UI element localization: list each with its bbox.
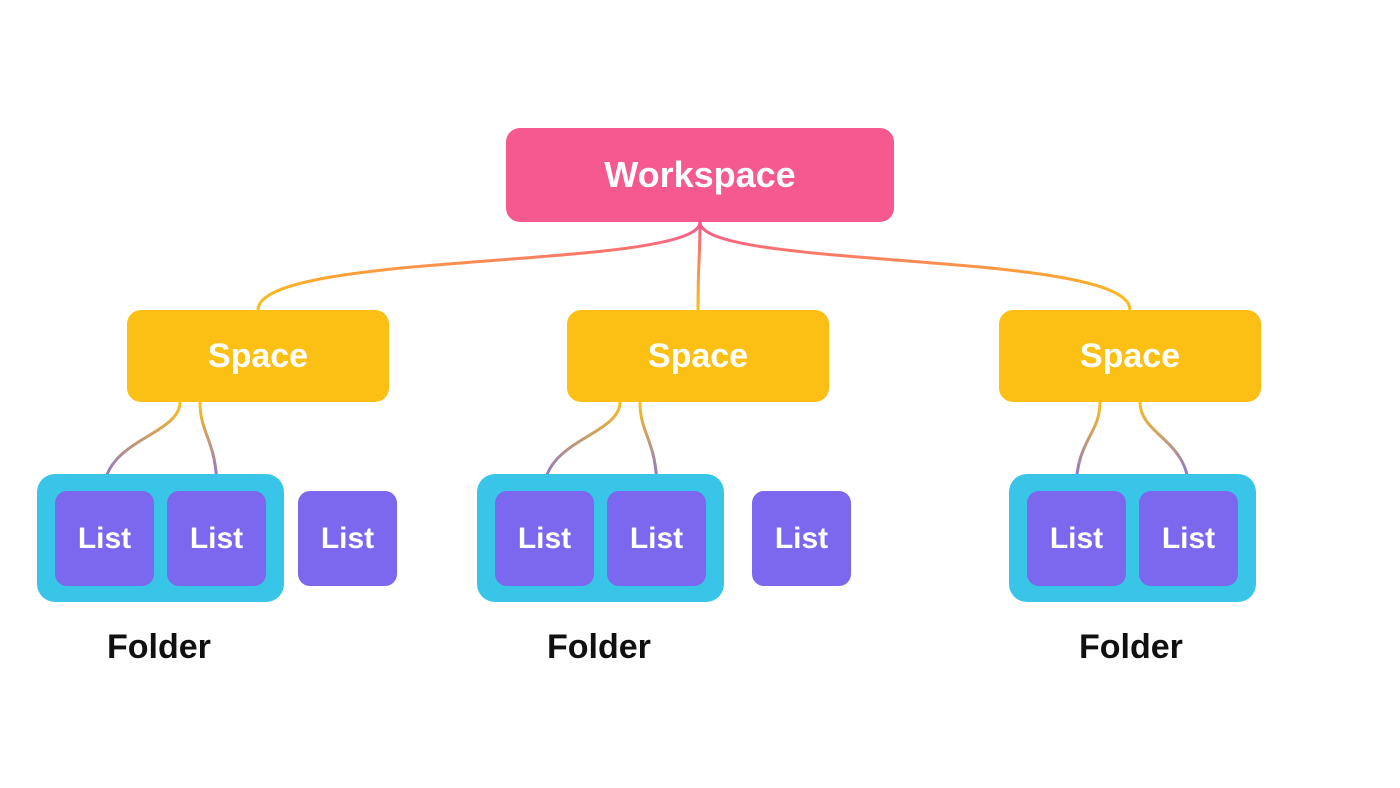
list-label: List [190,522,243,556]
list-label: List [775,522,828,556]
list-node: List [752,491,851,586]
workspace-label: Workspace [604,154,795,196]
space-node: Space [999,310,1261,402]
space-node: Space [567,310,829,402]
workspace-node: Workspace [506,128,894,222]
list-node: List [1139,491,1238,586]
space-label: Space [1080,337,1180,376]
list-label: List [78,522,131,556]
list-label: List [1162,522,1215,556]
folder-label: Folder [1079,628,1183,667]
hierarchy-diagram: Workspace Space Space Space List List Li… [0,0,1400,788]
list-label: List [518,522,571,556]
folder-label: Folder [547,628,651,667]
list-node: List [298,491,397,586]
list-node: List [495,491,594,586]
list-label: List [321,522,374,556]
list-label: List [1050,522,1103,556]
list-label: List [630,522,683,556]
folder-label: Folder [107,628,211,667]
list-node: List [167,491,266,586]
list-node: List [607,491,706,586]
space-label: Space [208,337,308,376]
list-node: List [55,491,154,586]
space-node: Space [127,310,389,402]
list-node: List [1027,491,1126,586]
space-label: Space [648,337,748,376]
